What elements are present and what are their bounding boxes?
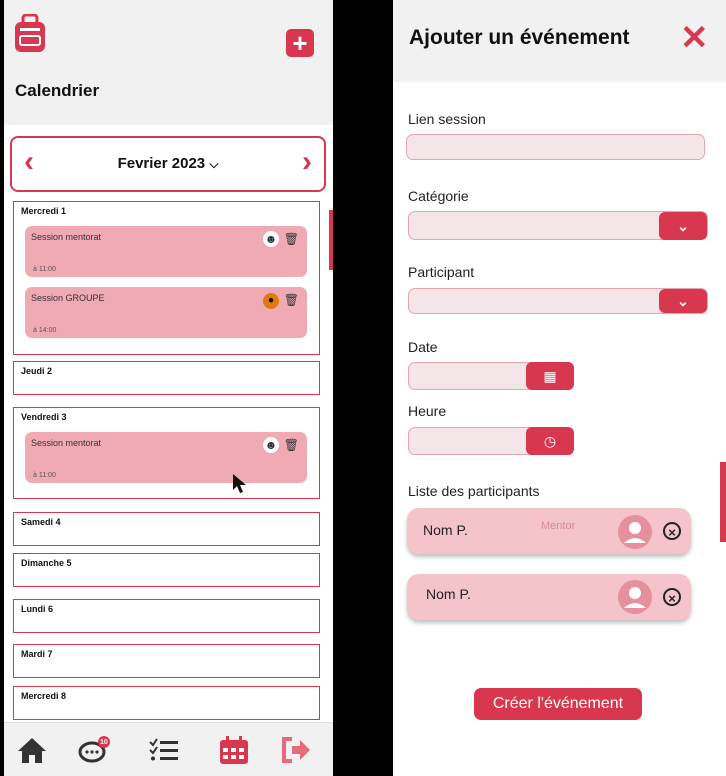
month-selector: ‹ Fevrier 2023 ⌵ › — [10, 136, 326, 192]
participant-card: Nom P. × — [407, 574, 691, 620]
day-card[interactable]: Mercredi 1 Session mentorat ☻ 🗑 à 11:00 … — [13, 201, 320, 355]
date-label: Date — [408, 339, 438, 355]
participant-role: Mentor — [541, 520, 576, 532]
form-title: Ajouter un événement — [409, 26, 630, 49]
add-event-button[interactable]: + — [286, 29, 314, 57]
day-label: Samedi 4 — [21, 517, 61, 527]
remove-participant-icon[interactable]: × — [663, 588, 681, 606]
close-icon[interactable]: ✕ — [680, 18, 709, 58]
day-label: Lundi 6 — [21, 604, 53, 614]
participant-name: Nom P. — [423, 522, 468, 538]
scrollbar[interactable] — [329, 210, 333, 270]
event-card[interactable]: Session mentorat ☻ 🗑 à 11:00 — [25, 226, 307, 277]
event-title: Session mentorat — [31, 438, 102, 448]
trash-icon[interactable]: 🗑 — [284, 438, 299, 452]
mentor-avatar-icon: ☻ — [263, 437, 279, 453]
logout-icon[interactable] — [280, 735, 312, 765]
day-card[interactable]: Dimanche 5 — [13, 553, 320, 587]
event-card[interactable]: Session GROUPE ● 🗑 à 14:00 — [25, 287, 307, 338]
next-month-button[interactable]: › — [302, 146, 312, 178]
calendar-header: + Calendrier — [4, 0, 333, 125]
mentor-avatar-icon: ☻ — [263, 231, 279, 247]
trash-icon[interactable]: 🗑 — [284, 293, 299, 307]
trash-icon[interactable]: 🗑 — [284, 232, 299, 246]
remove-participant-icon[interactable]: × — [663, 522, 681, 540]
day-card[interactable]: Samedi 4 — [13, 512, 320, 546]
event-time: à 11:00 — [33, 472, 56, 479]
chevron-down-icon: ⌵ — [209, 157, 219, 171]
time-label: Heure — [408, 403, 447, 419]
session-link-input[interactable] — [406, 134, 705, 160]
mouse-cursor-icon — [233, 474, 246, 493]
clock-icon[interactable]: ◷ — [526, 427, 574, 455]
scrollbar[interactable] — [720, 462, 726, 542]
event-title: Session mentorat — [31, 232, 102, 242]
add-event-screen: Ajouter un événement ✕ Lien session Caté… — [393, 0, 726, 776]
day-card[interactable]: Mercredi 8 — [13, 686, 320, 720]
day-card[interactable]: Lundi 6 — [13, 599, 320, 633]
bottom-navigation: 10 — [4, 722, 333, 776]
session-link-label: Lien session — [408, 111, 486, 127]
month-dropdown[interactable]: Fevrier 2023 ⌵ — [12, 155, 324, 172]
participant-select[interactable]: ⌄ — [408, 288, 708, 314]
home-icon[interactable] — [16, 735, 48, 765]
participant-name: Nom P. — [426, 586, 471, 602]
day-label: Mercredi 1 — [21, 206, 67, 216]
category-label: Catégorie — [408, 188, 469, 204]
day-label: Dimanche 5 — [21, 558, 72, 568]
day-card[interactable]: Mardi 7 — [13, 644, 320, 678]
day-label: Mardi 7 — [21, 649, 53, 659]
event-time: à 11:00 — [33, 266, 56, 273]
create-event-button[interactable]: Créer l'événement — [474, 688, 642, 720]
event-time: à 14:00 — [33, 327, 57, 334]
chevron-down-icon[interactable]: ⌄ — [659, 212, 707, 240]
date-input[interactable]: ▦ — [408, 362, 574, 390]
avatar-icon — [618, 515, 652, 549]
participant-card: Nom P. Mentor × — [407, 508, 691, 554]
category-select[interactable]: ⌄ — [408, 211, 708, 240]
month-label: Fevrier 2023 — [117, 155, 206, 172]
day-card[interactable]: Jeudi 2 — [13, 361, 320, 395]
participant-label: Participant — [408, 264, 475, 280]
page-title: Calendrier — [15, 81, 100, 100]
calendar-screen: + Calendrier ‹ Fevrier 2023 ⌵ › Mercredi… — [4, 0, 333, 776]
day-label: Jeudi 2 — [21, 366, 53, 376]
day-label: Vendredi 3 — [21, 412, 67, 422]
calendar-icon[interactable] — [218, 735, 250, 765]
participants-list-label: Liste des participants — [408, 483, 540, 499]
chevron-down-icon[interactable]: ⌄ — [659, 289, 707, 313]
backpack-logo-icon — [15, 14, 45, 52]
day-label: Mercredi 8 — [21, 691, 67, 701]
tasks-icon[interactable] — [148, 735, 180, 765]
time-input[interactable]: ◷ — [408, 427, 574, 455]
event-title: Session GROUPE — [31, 293, 105, 303]
avatar-icon — [618, 580, 652, 614]
day-card[interactable]: Vendredi 3 Session mentorat ☻ 🗑 à 11:00 — [13, 407, 320, 499]
event-card[interactable]: Session mentorat ☻ 🗑 à 11:00 — [25, 432, 307, 483]
form-header: Ajouter un événement ✕ — [393, 0, 726, 82]
messages-badge: 10 — [100, 739, 108, 746]
calendar-icon[interactable]: ▦ — [526, 362, 574, 390]
group-icon: ● — [263, 293, 279, 309]
